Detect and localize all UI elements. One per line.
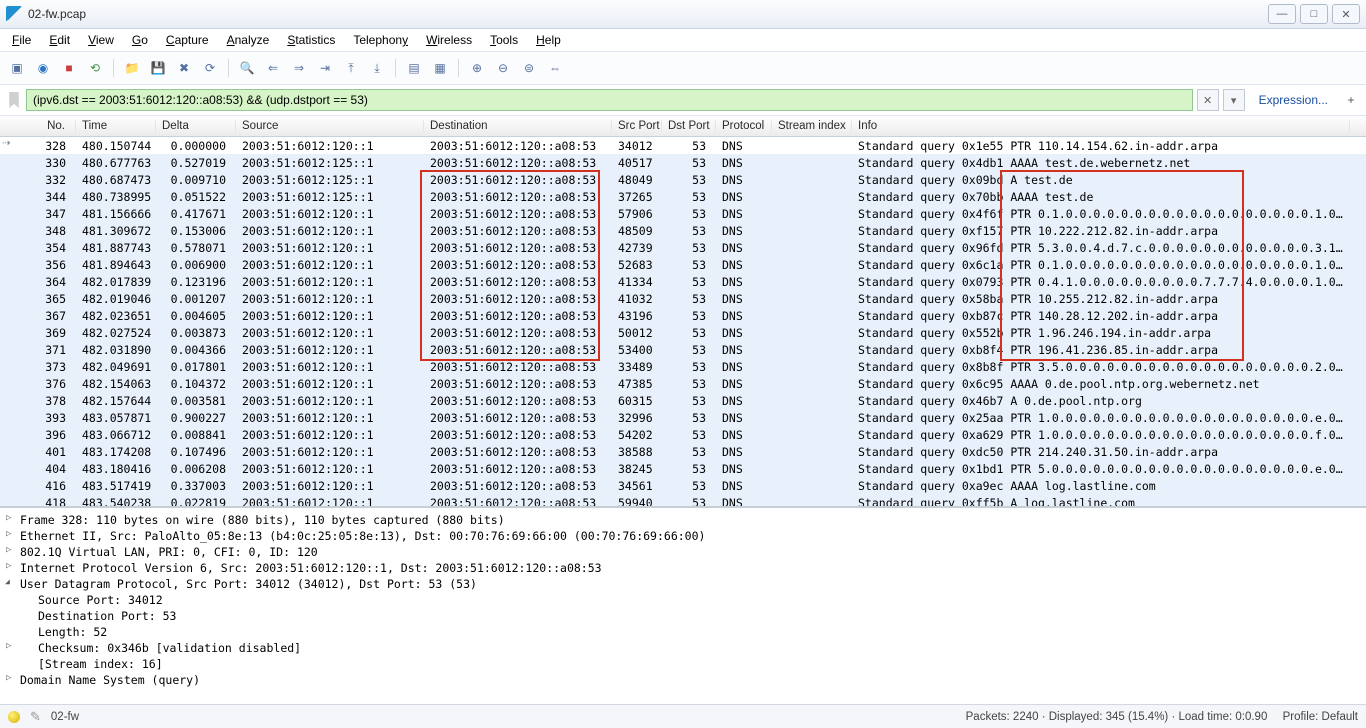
col-time[interactable]: Time (76, 120, 156, 132)
packet-list-header[interactable]: No. Time Delta Source Destination Src Po… (0, 116, 1366, 137)
packet-row[interactable]: 344480.7389950.0515222003:51:6012:125::1… (0, 188, 1366, 205)
colorize-icon[interactable]: ▦ (429, 57, 451, 79)
bookmark-icon[interactable] (6, 92, 22, 108)
restart-capture-icon[interactable]: ⟲ (84, 57, 106, 79)
tree-udp-stream[interactable]: [Stream index: 16] (2, 656, 1364, 672)
menu-tools[interactable]: Tools (482, 31, 526, 49)
open-file-icon[interactable]: 📁 (121, 57, 143, 79)
tree-ipv6[interactable]: Internet Protocol Version 6, Src: 2003:5… (2, 560, 1364, 576)
clear-filter-button[interactable]: ✕ (1197, 89, 1219, 111)
col-dstport[interactable]: Dst Port (662, 120, 716, 132)
packet-row[interactable]: 365482.0190460.0012072003:51:6012:120::1… (0, 290, 1366, 307)
col-stream[interactable]: Stream index (772, 120, 852, 132)
title-bar: 02-fw.pcap — □ ✕ (0, 0, 1366, 29)
packet-row[interactable]: 371482.0318900.0043662003:51:6012:120::1… (0, 341, 1366, 358)
save-file-icon[interactable]: 💾 (147, 57, 169, 79)
expression-button[interactable]: Expression... (1249, 93, 1338, 107)
reload-icon[interactable]: ⟳ (199, 57, 221, 79)
close-file-icon[interactable]: ✖ (173, 57, 195, 79)
packet-row[interactable]: 418483.5402380.0228192003:51:6012:120::1… (0, 494, 1366, 508)
tree-udp-length[interactable]: Length: 52 (2, 624, 1364, 640)
display-filter-input[interactable] (26, 89, 1193, 111)
menu-bar: File Edit View Go Capture Analyze Statis… (0, 29, 1366, 52)
packet-row[interactable]: 393483.0578710.9002272003:51:6012:120::1… (0, 409, 1366, 426)
menu-statistics[interactable]: Statistics (279, 31, 343, 49)
add-filter-button[interactable]: + (1342, 93, 1360, 107)
col-no[interactable]: No. (0, 120, 76, 132)
interfaces-icon[interactable]: ▣ (6, 57, 28, 79)
maximize-button[interactable]: □ (1300, 4, 1328, 24)
packet-row[interactable]: 373482.0496910.0178012003:51:6012:120::1… (0, 358, 1366, 375)
menu-wireless[interactable]: Wireless (418, 31, 480, 49)
col-delta[interactable]: Delta (156, 120, 236, 132)
packet-row[interactable]: 404483.1804160.0062082003:51:6012:120::1… (0, 460, 1366, 477)
packet-row[interactable]: 356481.8946430.0069002003:51:6012:120::1… (0, 256, 1366, 273)
packet-row[interactable]: 376482.1540630.1043722003:51:6012:120::1… (0, 375, 1366, 392)
window-title: 02-fw.pcap (28, 7, 86, 21)
packet-row[interactable]: 348481.3096720.1530062003:51:6012:120::1… (0, 222, 1366, 239)
close-button[interactable]: ✕ (1332, 4, 1360, 24)
zoom-in-icon[interactable]: ⊕ (466, 57, 488, 79)
col-info[interactable]: Info (852, 120, 1350, 132)
filter-toolbar: ✕ ▾ Expression... + (0, 85, 1366, 116)
menu-view[interactable]: View (80, 31, 122, 49)
packet-row[interactable]: 369482.0275240.0038732003:51:6012:120::1… (0, 324, 1366, 341)
go-first-icon[interactable]: ⤒ (340, 57, 362, 79)
main-toolbar: ▣ ◉ ■ ⟲ 📁 💾 ✖ ⟳ 🔍 ⇐ ⇒ ⇥ ⤒ ⤓ ▤ ▦ ⊕ ⊖ ⊜ ⇔ (0, 52, 1366, 85)
zoom-out-icon[interactable]: ⊖ (492, 57, 514, 79)
tree-ethernet[interactable]: Ethernet II, Src: PaloAlto_05:8e:13 (b4:… (2, 528, 1364, 544)
packet-row[interactable]: 332480.6874730.0097102003:51:6012:125::1… (0, 171, 1366, 188)
packet-row[interactable]: 396483.0667120.0088412003:51:6012:120::1… (0, 426, 1366, 443)
col-destination[interactable]: Destination (424, 120, 612, 132)
tree-udp[interactable]: User Datagram Protocol, Src Port: 34012 … (2, 576, 1364, 592)
packet-row[interactable]: 347481.1566660.4176712003:51:6012:120::1… (0, 205, 1366, 222)
col-srcport[interactable]: Src Port (612, 120, 662, 132)
status-bar: ✎ 02-fw Packets: 2240 · Displayed: 345 (… (0, 704, 1366, 728)
auto-scroll-icon[interactable]: ▤ (403, 57, 425, 79)
packet-row[interactable]: 378482.1576440.0035812003:51:6012:120::1… (0, 392, 1366, 409)
start-capture-icon[interactable]: ◉ (32, 57, 54, 79)
tree-dns[interactable]: Domain Name System (query) (2, 672, 1364, 688)
filter-history-button[interactable]: ▾ (1223, 89, 1245, 111)
col-source[interactable]: Source (236, 120, 424, 132)
col-protocol[interactable]: Protocol (716, 120, 772, 132)
status-file: 02-fw (51, 711, 79, 723)
tree-udp-srcport[interactable]: Source Port: 34012 (2, 592, 1364, 608)
packet-row[interactable]: 328480.1507440.0000002003:51:6012:120::1… (0, 137, 1366, 154)
packet-list-pane[interactable]: ⇢ No. Time Delta Source Destination Src … (0, 116, 1366, 508)
zoom-reset-icon[interactable]: ⊜ (518, 57, 540, 79)
menu-capture[interactable]: Capture (158, 31, 217, 49)
go-forward-icon[interactable]: ⇒ (288, 57, 310, 79)
find-icon[interactable]: 🔍 (236, 57, 258, 79)
packet-row[interactable]: 364482.0178390.1231962003:51:6012:120::1… (0, 273, 1366, 290)
packet-row[interactable]: 354481.8877430.5780712003:51:6012:120::1… (0, 239, 1366, 256)
status-profile[interactable]: Profile: Default (1283, 711, 1358, 723)
go-last-icon[interactable]: ⤓ (366, 57, 388, 79)
menu-go[interactable]: Go (124, 31, 156, 49)
menu-help[interactable]: Help (528, 31, 569, 49)
edit-comment-icon[interactable]: ✎ (30, 709, 41, 725)
packet-row[interactable]: 401483.1742080.1074962003:51:6012:120::1… (0, 443, 1366, 460)
tree-vlan[interactable]: 802.1Q Virtual LAN, PRI: 0, CFI: 0, ID: … (2, 544, 1364, 560)
tree-frame[interactable]: Frame 328: 110 bytes on wire (880 bits),… (2, 512, 1364, 528)
current-frame-icon: ⇢ (2, 138, 10, 149)
resize-columns-icon[interactable]: ⇔ (544, 57, 566, 79)
packet-row[interactable]: 416483.5174190.3370032003:51:6012:120::1… (0, 477, 1366, 494)
packet-row[interactable]: 330480.6777630.5270192003:51:6012:125::1… (0, 154, 1366, 171)
packet-details-pane[interactable]: Frame 328: 110 bytes on wire (880 bits),… (0, 508, 1366, 707)
minimize-button[interactable]: — (1268, 4, 1296, 24)
packet-row[interactable]: 367482.0236510.0046052003:51:6012:120::1… (0, 307, 1366, 324)
stop-capture-icon[interactable]: ■ (58, 57, 80, 79)
status-packets: Packets: 2240 · Displayed: 345 (15.4%) ·… (966, 711, 1268, 723)
tree-udp-dstport[interactable]: Destination Port: 53 (2, 608, 1364, 624)
expert-info-icon[interactable] (8, 711, 20, 723)
app-icon (6, 6, 22, 22)
menu-telephony[interactable]: Telephony (345, 31, 416, 49)
menu-file[interactable]: File (4, 31, 39, 49)
go-back-icon[interactable]: ⇐ (262, 57, 284, 79)
tree-udp-checksum[interactable]: Checksum: 0x346b [validation disabled] (2, 640, 1364, 656)
jump-to-icon[interactable]: ⇥ (314, 57, 336, 79)
menu-edit[interactable]: Edit (41, 31, 78, 49)
menu-analyze[interactable]: Analyze (219, 31, 278, 49)
